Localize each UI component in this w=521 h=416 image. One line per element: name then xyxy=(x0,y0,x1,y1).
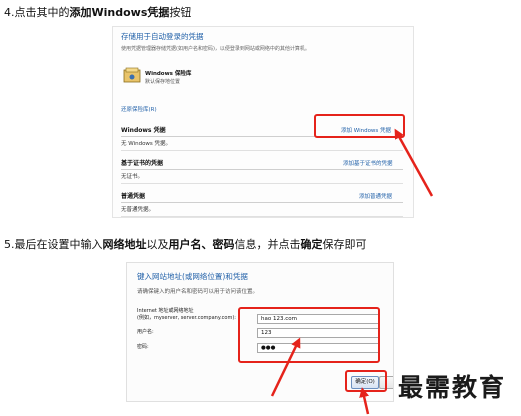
vault-subtitle: 默认保存地位置 xyxy=(145,79,181,85)
generic-credentials-empty: 无普通凭据。 xyxy=(121,205,403,217)
panel1-title: 存储用于自动登录的凭据 xyxy=(121,32,204,41)
add-certificate-credential-link[interactable]: 添加基于证书的凭据 xyxy=(343,159,393,167)
step5-caption: 5.最后在设置中输入网络地址以及用户名、密码信息，并点击确定保存即可 xyxy=(4,236,367,252)
step4-suffix: 按钮 xyxy=(169,6,192,19)
vault-icon xyxy=(123,67,141,83)
panel1-description: 使用凭据管理器存储凭据(如用户名和密码)，以便登录到网站或网络中的其他计算机。 xyxy=(121,46,310,52)
highlight-box-inputs xyxy=(238,307,380,363)
highlight-box-add-windows-credential xyxy=(314,114,405,138)
step5-bold-3: 确定 xyxy=(300,238,323,251)
step5-bold-1: 网络地址 xyxy=(102,238,147,251)
password-label: 密码: xyxy=(137,344,149,350)
add-generic-credential-link[interactable]: 添加普通凭据 xyxy=(359,192,392,200)
step4-prefix: 4.点击其中的 xyxy=(4,6,70,19)
panel2-title: 键入网站地址(或网络位置)和凭据 xyxy=(137,272,248,281)
windows-credentials-empty: 无 Windows 凭据。 xyxy=(121,139,403,151)
step5-text-2: 以及 xyxy=(146,238,169,251)
address-label: Internet 地址或网络地址 (例如，myserver, server.co… xyxy=(137,308,236,322)
highlight-box-ok-button xyxy=(345,370,387,392)
step5-text-4: 保存即可 xyxy=(322,238,367,251)
watermark-text: 最需教育 xyxy=(398,373,507,402)
panel2-description: 请确保键入的用户名和密码可以用于访问该位置。 xyxy=(137,289,259,295)
step5-bold-2: 用户名、密码 xyxy=(168,238,235,251)
username-label: 用户名: xyxy=(137,329,154,335)
vault-name: Windows 保险库 xyxy=(145,71,192,77)
address-label-line2: (例如，myserver, server.company.com): xyxy=(137,315,236,321)
step5-text-1: 5.最后在设置中输入 xyxy=(4,238,103,251)
step4-bold: 添加Windows凭据 xyxy=(69,6,170,19)
certificate-credentials-empty: 无证书。 xyxy=(121,172,403,184)
step5-text-3: 信息，并点击 xyxy=(234,238,301,251)
restore-vault-link[interactable]: 还原保险库(R) xyxy=(121,105,157,113)
address-label-line1: Internet 地址或网络地址 xyxy=(137,308,194,314)
step4-caption: 4.点击其中的添加Windows凭据按钮 xyxy=(4,4,191,20)
